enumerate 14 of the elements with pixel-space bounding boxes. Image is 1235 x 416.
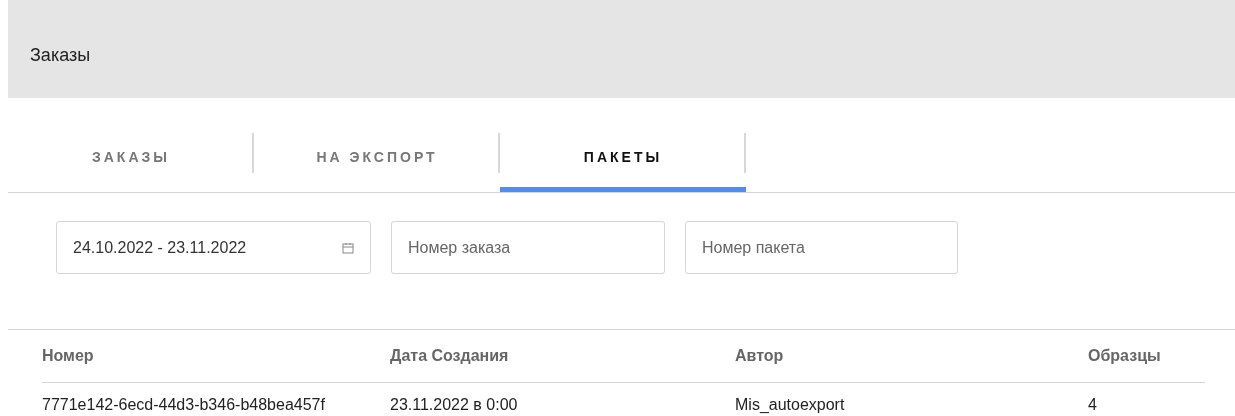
table-cell: 4: [1088, 396, 1097, 413]
package-number-field[interactable]: Номер пакета: [685, 221, 958, 274]
table-cell: 23.11.2022 в 0:00: [390, 396, 518, 413]
calendar-icon: [342, 241, 354, 254]
date-range-value: 24.10.2022 - 23.11.2022: [73, 237, 247, 258]
column-header: Образцы: [1088, 347, 1161, 364]
column-header: Дата Создания: [390, 347, 509, 364]
page-title: Заказы: [30, 45, 91, 65]
column-header: Автор: [735, 347, 784, 364]
order-number-field[interactable]: Номер заказа: [391, 221, 665, 274]
column-header: Номер: [42, 347, 94, 364]
date-range-field[interactable]: 24.10.2022 - 23.11.2022: [56, 221, 371, 274]
table-cell: Mis_autoexport: [735, 396, 845, 413]
table-cell: 7771e142-6ecd-44d3-b346-b48bea457f: [42, 396, 325, 413]
